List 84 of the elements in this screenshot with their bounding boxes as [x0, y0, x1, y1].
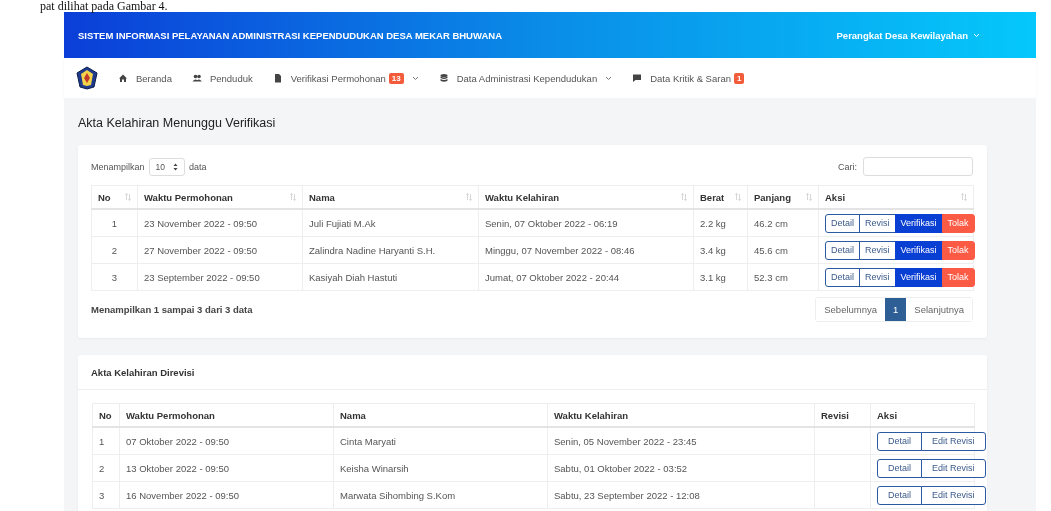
action-button[interactable]: Edit Revisi	[921, 458, 986, 478]
column-header: Nama	[333, 403, 548, 427]
table-cell: 2	[91, 236, 138, 264]
table-cell: 23 September 2022 - 09:50	[137, 263, 303, 291]
app-title: SISTEM INFORMASI PELAYANAN ADMINISTRASI KEPENDUDUKAN DESA MEKAR BHUWANA	[78, 29, 502, 41]
table-cell: 13 Oktober 2022 - 09:50	[119, 454, 334, 482]
page-button[interactable]: 1	[885, 298, 907, 321]
table-cell: 1	[92, 427, 120, 455]
table-cell: 07 Oktober 2022 - 09:50	[119, 427, 334, 455]
table-cell: Marwata Sihombing S.Kom	[333, 481, 548, 509]
column-header[interactable]: Waktu Permohonan	[137, 185, 303, 209]
column-header: Revisi	[814, 403, 871, 427]
column-header[interactable]: Panjang	[747, 185, 819, 209]
table-cell: 3.1 kg	[693, 263, 748, 291]
file-icon	[272, 73, 283, 83]
column-header: No	[92, 403, 120, 427]
table-cell: 45.6 cm	[747, 236, 819, 264]
action-button[interactable]: Revisi	[859, 213, 896, 233]
table-cell: Senin, 07 Oktober 2022 - 06:19	[478, 209, 694, 237]
table-cell: Zalindra Nadine Haryanti S.H.	[302, 236, 479, 264]
column-header: Aksi	[870, 403, 975, 427]
table-cell: 27 November 2022 - 09:50	[137, 236, 303, 264]
table-cell: Juli Fujiati M.Ak	[302, 209, 479, 237]
table-cell: Senin, 05 November 2022 - 23:45	[547, 427, 815, 455]
table-cell: 16 November 2022 - 09:50	[119, 481, 334, 509]
table-cell: 3	[92, 481, 120, 509]
column-header: Waktu Kelahiran	[547, 403, 815, 427]
table-cell: 23 November 2022 - 09:50	[137, 209, 303, 237]
table-cell: Sabtu, 01 Oktober 2022 - 03:52	[547, 454, 815, 482]
table-info: Menampilkan 1 sampai 3 dari 3 data	[91, 304, 253, 315]
home-icon	[118, 73, 128, 83]
table-cell: Keisha Winarsih	[333, 454, 548, 482]
nav-link[interactable]: Beranda	[118, 72, 172, 84]
page-title: Akta Kelahiran Menunggu Verifikasi	[78, 116, 277, 130]
nav-link[interactable]: Penduduk	[191, 72, 253, 84]
action-button[interactable]: Verifikasi	[894, 213, 943, 233]
card-title: Akta Kelahiran Direvisi	[91, 366, 195, 378]
count-badge: 13	[388, 72, 404, 84]
table-cell: 46.2 cm	[747, 209, 819, 237]
action-button[interactable]: Detail	[877, 458, 922, 478]
users-icon	[191, 73, 202, 83]
action-button[interactable]: Revisi	[859, 240, 896, 260]
emblem-logo	[76, 66, 98, 90]
column-header[interactable]: No	[91, 185, 138, 209]
page-length-select[interactable]: 10	[148, 157, 185, 176]
action-button[interactable]: Edit Revisi	[921, 431, 986, 451]
table-cell: 3	[91, 263, 138, 291]
table-cell: Cinta Maryati	[333, 427, 548, 455]
table-cell: 52.3 cm	[747, 263, 819, 291]
action-button[interactable]: Verifikasi	[894, 267, 943, 287]
action-button[interactable]: Detail	[825, 213, 860, 233]
search-field[interactable]	[863, 157, 973, 176]
label-text: Menampilkan	[91, 161, 145, 172]
column-header[interactable]: Berat	[693, 185, 748, 209]
action-button[interactable]: Detail	[877, 485, 922, 505]
action-button[interactable]: Edit Revisi	[921, 485, 986, 505]
table-cell: Sabtu, 23 September 2022 - 12:08	[547, 481, 815, 509]
action-button[interactable]: Detail	[825, 267, 860, 287]
count-badge: 1	[733, 72, 745, 84]
chat-icon	[632, 73, 643, 83]
label-text: data	[189, 161, 207, 172]
action-button[interactable]: Revisi	[859, 267, 896, 287]
sort-caret-icon	[173, 162, 178, 171]
label-text: Cari:	[838, 161, 857, 172]
document-caption: pat dilihat pada Gambar 4.	[40, 0, 168, 12]
column-header[interactable]: Nama	[302, 185, 479, 209]
action-button[interactable]: Verifikasi	[894, 240, 943, 260]
table-cell: Jumat, 07 Oktober 2022 - 20:44	[478, 263, 694, 291]
nav-link[interactable]: Data Administrasi Kependudukan	[438, 72, 613, 84]
column-header[interactable]: Aksi	[818, 185, 974, 209]
chevron-down-icon	[973, 32, 980, 38]
column-header: Waktu Permohonan	[119, 403, 334, 427]
nav-link[interactable]: Verifikasi Permohonan 13	[272, 72, 419, 84]
nav-link[interactable]: Data Kritik & Saran 1	[632, 72, 745, 84]
action-button[interactable]: Detail	[825, 240, 860, 260]
column-header[interactable]: Waktu Kelahiran	[478, 185, 694, 209]
database-icon	[438, 73, 449, 83]
table-cell: 1	[91, 209, 138, 237]
table-cell: 3.4 kg	[693, 236, 748, 264]
table-cell: 2	[92, 454, 120, 482]
action-button[interactable]: Detail	[877, 431, 922, 451]
table-cell: 2.2 kg	[693, 209, 748, 237]
table-cell: Minggu, 07 November 2022 - 08:46	[478, 236, 694, 264]
table-cell: Kasiyah Diah Hastuti	[302, 263, 479, 291]
